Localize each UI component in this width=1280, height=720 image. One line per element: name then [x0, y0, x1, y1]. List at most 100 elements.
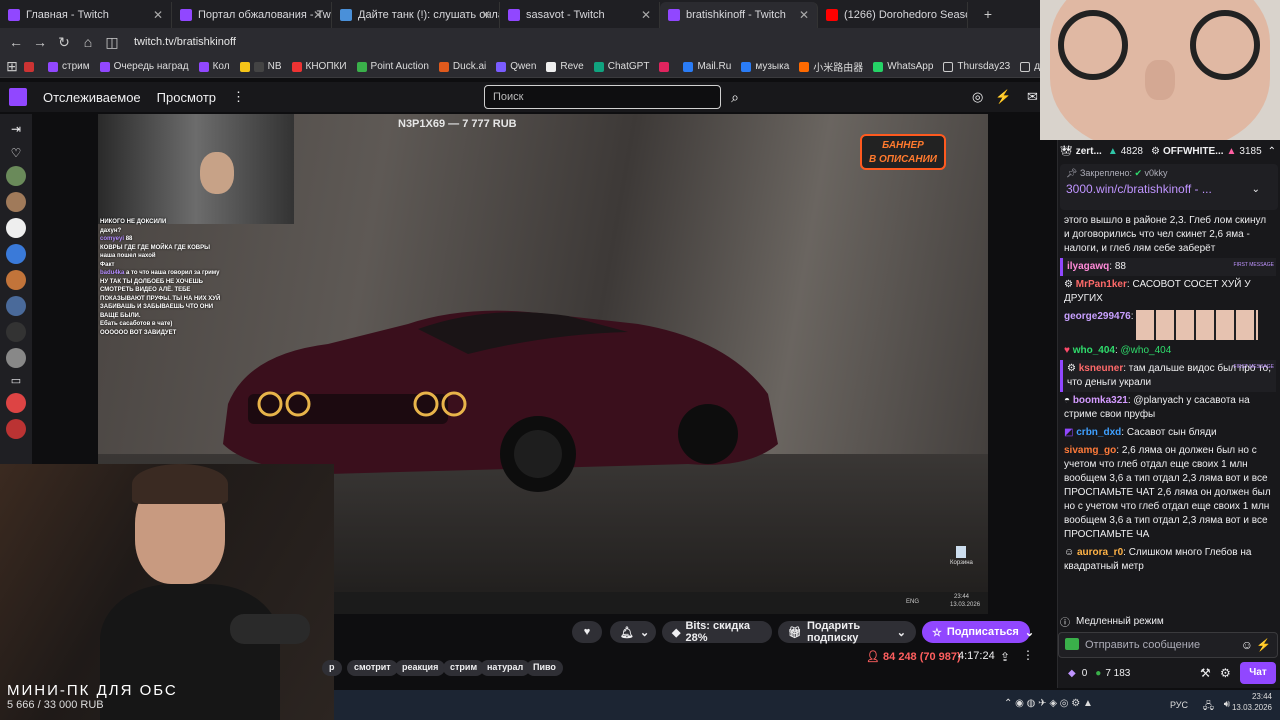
- channel-avatar[interactable]: [6, 218, 26, 238]
- tag[interactable]: стрим: [443, 660, 485, 676]
- bookmark-item[interactable]: 小米路由器: [799, 59, 863, 74]
- tag[interactable]: натурал: [480, 660, 531, 676]
- more-menu-button[interactable]: ⋮: [232, 89, 245, 105]
- close-icon[interactable]: ✕: [313, 8, 323, 22]
- channel-points-icon[interactable]: ◆: [1068, 668, 1076, 679]
- streamer-webcam: [98, 114, 294, 224]
- channel-avatar[interactable]: [6, 419, 26, 439]
- following-link[interactable]: Отслеживаемое: [43, 90, 141, 105]
- search-icon[interactable]: ⌕: [724, 85, 746, 109]
- search-input[interactable]: Поиск: [484, 85, 721, 109]
- twitch-icon: [508, 9, 520, 21]
- bits-icon: ▲: [1226, 145, 1237, 157]
- mod-tools-icon[interactable]: ⚒: [1200, 666, 1211, 680]
- bookmark-item[interactable]: музыка: [741, 61, 789, 72]
- chat-input[interactable]: Отправить сообщение ☺ ⚡: [1058, 632, 1278, 658]
- reload-icon[interactable]: ↻: [52, 34, 76, 51]
- heart-badge-icon: ♥: [1064, 345, 1070, 356]
- tag[interactable]: смотрит: [347, 660, 398, 676]
- url-field[interactable]: twitch.tv/bratishkinoff: [134, 36, 236, 48]
- overlay-chat-line: наша пошел нахой: [100, 253, 156, 259]
- bookmark-item[interactable]: КНОПКИ: [291, 61, 347, 72]
- subscribe-button[interactable]: ☆ Подписаться ⌄: [922, 621, 1034, 643]
- bookmark-item[interactable]: Mail.Ru: [683, 61, 731, 72]
- split-view-icon[interactable]: ◫: [100, 34, 124, 51]
- channel-avatar[interactable]: [6, 244, 26, 264]
- back-icon[interactable]: ←: [4, 34, 28, 50]
- gift-sub-button[interactable]: 🎁︎ Подарить подписку ⌄: [778, 620, 916, 644]
- chat-send-button[interactable]: Чат: [1240, 662, 1276, 684]
- emote-picker-icon[interactable]: ☺: [1241, 638, 1253, 652]
- pinned-link[interactable]: 3000.win/c/bratishkinoff - ...: [1066, 182, 1272, 196]
- tab-3[interactable]: Дайте танк (!): слушать онлайн✕: [332, 2, 500, 28]
- volume-icon[interactable]: 🔊︎: [1224, 699, 1230, 710]
- tag[interactable]: Пиво: [526, 660, 563, 676]
- bookmark-item[interactable]: NB: [239, 61, 282, 72]
- bookmark-item[interactable]: стрим: [48, 61, 90, 72]
- bookmark-item[interactable]: Очередь наград: [99, 61, 189, 72]
- forward-icon[interactable]: →: [28, 34, 52, 50]
- tab-1[interactable]: Главная - Twitch ✕: [0, 2, 172, 28]
- follow-heart-button[interactable]: ♥: [572, 621, 602, 643]
- bookmark-item[interactable]: Кол: [198, 61, 230, 72]
- bookmark-item[interactable]: [24, 61, 38, 72]
- notifications-icon[interactable]: ◎: [972, 89, 983, 105]
- points-icon[interactable]: ●: [1095, 668, 1101, 679]
- bookmark-folder[interactable]: Thursday23: [943, 61, 1010, 72]
- bookmark-item[interactable]: Reve: [546, 61, 584, 72]
- bookmark-item[interactable]: WhatsApp: [873, 61, 933, 72]
- language-indicator[interactable]: РУС: [1170, 700, 1188, 710]
- channel-avatar[interactable]: [6, 192, 26, 212]
- heart-icon[interactable]: ♡: [0, 146, 32, 160]
- tab-4[interactable]: sasavot - Twitch ✕: [500, 2, 660, 28]
- bookmark-item[interactable]: [659, 61, 673, 72]
- inbox-icon[interactable]: ✉: [1027, 89, 1038, 105]
- bits-cheer-icon[interactable]: ⚡: [1256, 638, 1271, 652]
- share-icon[interactable]: ⇪: [1000, 650, 1010, 664]
- tray-icons[interactable]: ⌃ ◉ ◍ ✈ ◈ ◎ ⚙ ▲: [1004, 698, 1093, 709]
- twitch-icon: [180, 9, 192, 21]
- channel-avatar[interactable]: [6, 296, 26, 316]
- settings-icon[interactable]: ⚙: [1220, 666, 1231, 680]
- pinned-message[interactable]: 📌︎ Закреплено: ✔ v0kky 3000.win/c/bratis…: [1060, 164, 1278, 210]
- sub-badge-icon[interactable]: [1065, 638, 1079, 650]
- tab-6[interactable]: (1266) Dorohedoro Season 2 |: [818, 2, 968, 28]
- browse-link[interactable]: Просмотр: [157, 90, 216, 105]
- channel-avatar[interactable]: [6, 166, 26, 186]
- tab-2[interactable]: Портал обжалования - Twitch✕: [172, 2, 332, 28]
- bookmark-icon: [48, 61, 58, 72]
- twitch-logo-icon[interactable]: [9, 88, 27, 106]
- bookmark-item[interactable]: Qwen: [496, 61, 536, 72]
- close-icon[interactable]: ✕: [641, 8, 651, 22]
- expand-sidebar-icon[interactable]: ⇥: [0, 122, 32, 136]
- left-sidebar: ⇥ ♡ ▭: [0, 114, 32, 464]
- clock[interactable]: 23:44 13.03.2026: [1232, 691, 1272, 713]
- new-tab-button[interactable]: +: [976, 6, 1000, 22]
- bookmark-item[interactable]: Point Auction: [356, 61, 429, 72]
- badge-icon: ⚙: [1067, 363, 1076, 374]
- bookmark-item[interactable]: ChatGPT: [593, 61, 649, 72]
- turbo-icon[interactable]: ⚡: [995, 89, 1011, 105]
- tab-5[interactable]: bratishkinoff - Twitch ✕: [660, 2, 818, 28]
- chevron-up-icon[interactable]: ⌃: [1268, 146, 1276, 157]
- network-icon[interactable]: 🖧︎: [1203, 699, 1214, 716]
- tag[interactable]: р: [322, 660, 342, 676]
- apps-icon[interactable]: ⊞: [0, 58, 24, 75]
- channel-avatar[interactable]: [6, 322, 26, 342]
- channel-avatar[interactable]: [6, 348, 26, 368]
- bits-button[interactable]: ◆ Bits: скидка 28%: [662, 620, 772, 644]
- close-icon[interactable]: ✕: [799, 8, 809, 22]
- channel-avatar[interactable]: [6, 393, 26, 413]
- channel-avatar[interactable]: [6, 270, 26, 290]
- chat-message: FIRST MESSAGE ilyagawq: 88: [1060, 258, 1276, 276]
- star-icon: ☆: [932, 626, 942, 639]
- notifications-button[interactable]: 🔔︎ ⌄: [610, 621, 656, 643]
- home-icon[interactable]: ⌂: [76, 34, 100, 50]
- bookmark-item[interactable]: Duck.ai: [438, 61, 486, 72]
- tag[interactable]: реакция: [395, 660, 446, 676]
- chevron-down-icon[interactable]: ⌄: [1252, 184, 1260, 195]
- close-icon[interactable]: ✕: [153, 8, 163, 22]
- close-icon[interactable]: ✕: [481, 8, 491, 22]
- more-options-icon[interactable]: ⋮: [1022, 648, 1034, 662]
- video-icon[interactable]: ▭: [0, 374, 32, 387]
